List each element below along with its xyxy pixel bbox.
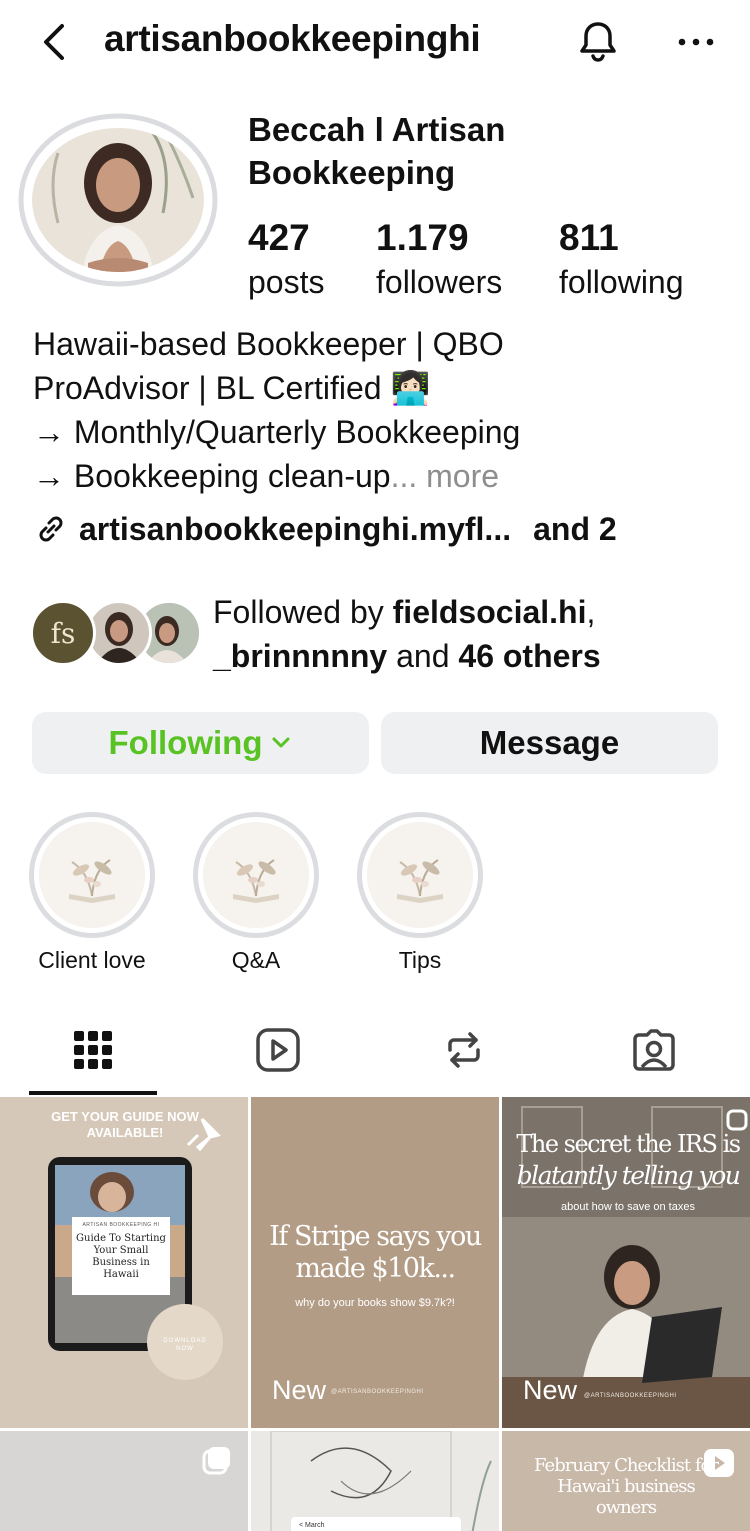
highlight-client-love[interactable]: Client love bbox=[28, 812, 156, 974]
highlight-tips[interactable]: Tips bbox=[356, 812, 484, 974]
highlight-label: Q&A bbox=[231, 947, 281, 973]
post-badge: New bbox=[272, 1375, 327, 1405]
posts-grid: GET YOUR GUIDE NOW AVAILABLE! ARTISAN BO… bbox=[0, 1097, 750, 1531]
profile-header: artisanbookkeepinghi bbox=[0, 0, 750, 86]
display-name: Beccah l Artisan Bookkeeping bbox=[248, 111, 506, 191]
active-tab-indicator bbox=[29, 1091, 157, 1095]
message-label: Message bbox=[479, 724, 620, 761]
highlight-cover bbox=[357, 812, 483, 938]
tab-tagged[interactable] bbox=[624, 1020, 684, 1080]
post-badge: New bbox=[523, 1375, 578, 1405]
more-horizontal-icon[interactable] bbox=[674, 20, 718, 64]
text: and bbox=[387, 638, 459, 674]
mutual-avatars: fs bbox=[30, 600, 202, 666]
avatar-initials: fs bbox=[50, 616, 76, 650]
reposts-icon bbox=[448, 1032, 480, 1068]
stat-followers[interactable]: 1.179 followers bbox=[376, 216, 502, 304]
mutual-username[interactable]: fieldsocial.hi bbox=[393, 594, 587, 630]
chevron-left-icon[interactable] bbox=[34, 20, 74, 64]
post-handle: @ARTISANBOOKKEEPINGHI bbox=[584, 1393, 677, 1399]
chevron-down-icon bbox=[272, 737, 290, 748]
tab-grid[interactable] bbox=[63, 1020, 123, 1080]
message-button[interactable]: Message bbox=[381, 712, 718, 774]
post-tile[interactable]: If Stripe says you made $10k... why do y… bbox=[251, 1097, 499, 1428]
post-cta: DOWNLOAD NOW bbox=[163, 1338, 207, 1352]
post-tile[interactable]: GET YOUR GUIDE NOW AVAILABLE! ARTISAN BO… bbox=[0, 1097, 248, 1428]
bio-line: → Bookkeeping clean-up... more bbox=[33, 454, 733, 498]
profile-tabs bbox=[0, 1010, 750, 1096]
link-extra[interactable]: and 2 bbox=[533, 511, 617, 548]
stat-value: 1.179 bbox=[376, 217, 469, 258]
reels-icon bbox=[256, 1028, 300, 1072]
stat-label: followers bbox=[376, 264, 503, 300]
post-subtitle: why do your books show $9.7k?! bbox=[295, 1297, 455, 1309]
following-button[interactable]: Following bbox=[32, 712, 369, 774]
bio-line: Hawaii-based Bookkeeper | QBO bbox=[33, 326, 504, 362]
bio-line: → Monthly/Quarterly Bookkeeping bbox=[33, 414, 521, 450]
profile-link[interactable]: artisanbookkeepinghi.myfl... and 2 bbox=[33, 506, 617, 552]
highlight-cover bbox=[193, 812, 319, 938]
tab-reposts[interactable] bbox=[434, 1020, 494, 1080]
highlight-cover bbox=[29, 812, 155, 938]
bio-text: → Bookkeeping clean-up bbox=[33, 458, 391, 494]
floral-book-icon bbox=[367, 822, 473, 928]
mutual-username[interactable]: _brinnnnny bbox=[213, 638, 387, 674]
post-title: If Stripe says you made $10k... bbox=[269, 1221, 482, 1284]
stat-value: 427 bbox=[248, 217, 310, 258]
highlight-qa[interactable]: Q&A bbox=[192, 812, 320, 974]
followed-by[interactable]: fs Followed by fieldsocial.hi, _brinnnnn… bbox=[30, 590, 740, 682]
avatar: fs bbox=[30, 600, 96, 666]
highlight-label: Client love bbox=[38, 947, 146, 973]
link-icon bbox=[39, 516, 63, 542]
bio-more-link[interactable]: ... more bbox=[391, 458, 499, 494]
profile-avatar[interactable] bbox=[18, 113, 218, 287]
bell-icon[interactable] bbox=[574, 18, 622, 66]
followed-by-text: Followed by fieldsocial.hi, _brinnnnny a… bbox=[213, 590, 601, 678]
floral-book-icon bbox=[203, 822, 309, 928]
stat-following[interactable]: 811 following bbox=[559, 216, 684, 304]
carousel-icon bbox=[202, 1447, 230, 1475]
stat-label: posts bbox=[248, 264, 325, 300]
post-title: The secret the IRS is bbox=[516, 1130, 741, 1158]
post-title: February Checklist for Hawai'i business … bbox=[534, 1455, 719, 1518]
bio-line: ProAdvisor | BL Certified 👩🏻‍💻 bbox=[33, 370, 431, 406]
grid-icon bbox=[74, 1031, 112, 1069]
post-tile[interactable]: < March bbox=[251, 1431, 499, 1531]
tagged-icon bbox=[633, 1029, 675, 1071]
mutual-others[interactable]: 46 others bbox=[458, 638, 600, 674]
highlight-label: Tips bbox=[398, 947, 442, 973]
stat-value: 811 bbox=[559, 217, 619, 258]
post-handle: @ARTISANBOOKKEEPINGHI bbox=[331, 1389, 424, 1395]
avatar-photo bbox=[18, 113, 218, 287]
post-guide-title: Guide To Starting Your Small Business in… bbox=[76, 1233, 166, 1280]
text: , bbox=[586, 594, 596, 630]
post-brand: ARTISAN BOOKKEEPING HI bbox=[82, 1222, 160, 1228]
header-username: artisanbookkeepinghi bbox=[104, 18, 481, 59]
post-subtitle: about how to save on taxes bbox=[561, 1201, 695, 1213]
profile-bio: Hawaii-based Bookkeeper | QBO ProAdvisor… bbox=[33, 322, 733, 498]
following-label: Following bbox=[108, 724, 263, 761]
post-nav-text: < March bbox=[299, 1522, 325, 1529]
link-url[interactable]: artisanbookkeepinghi.myfl... bbox=[79, 511, 511, 548]
post-tile[interactable] bbox=[0, 1431, 248, 1531]
text: Followed by bbox=[213, 594, 393, 630]
post-tile[interactable]: February Checklist for Hawai'i business … bbox=[502, 1431, 750, 1531]
floral-book-icon bbox=[39, 822, 145, 928]
post-tile[interactable]: The secret the IRS is blatantly telling … bbox=[502, 1097, 750, 1428]
stat-label: following bbox=[559, 264, 684, 300]
post-image bbox=[251, 1431, 499, 1531]
post-title: blatantly telling you bbox=[516, 1161, 741, 1190]
tab-reels[interactable] bbox=[248, 1020, 308, 1080]
stat-posts[interactable]: 427 posts bbox=[248, 216, 324, 304]
post-banner-text: GET YOUR GUIDE NOW AVAILABLE! bbox=[51, 1109, 199, 1140]
